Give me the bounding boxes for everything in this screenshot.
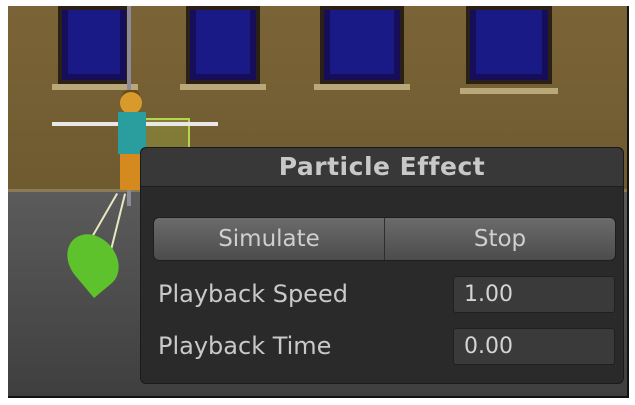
character-arm-right xyxy=(144,122,218,126)
panel-title: Particle Effect xyxy=(141,148,623,187)
simulate-button[interactable]: Simulate xyxy=(154,218,384,260)
playback-speed-field[interactable]: 1.00 xyxy=(453,276,615,313)
window-sill xyxy=(314,84,410,90)
window-sill xyxy=(460,88,558,94)
building-window xyxy=(466,6,552,84)
playback-time-label: Playback Time xyxy=(158,332,332,360)
character-arm-left xyxy=(52,122,120,126)
character-legs xyxy=(120,154,142,190)
building-window xyxy=(320,6,404,84)
playback-button-group: Simulate Stop xyxy=(153,217,616,261)
building-window xyxy=(58,6,130,84)
stop-button[interactable]: Stop xyxy=(384,218,615,260)
particle-effect-panel: Particle Effect Simulate Stop Playback S… xyxy=(140,147,624,384)
playback-speed-label: Playback Speed xyxy=(158,280,348,308)
character-head xyxy=(120,92,142,114)
building-window xyxy=(186,6,260,84)
window-sill xyxy=(52,84,138,90)
playback-time-field[interactable]: 0.00 xyxy=(453,328,615,365)
window-sill xyxy=(180,84,266,90)
